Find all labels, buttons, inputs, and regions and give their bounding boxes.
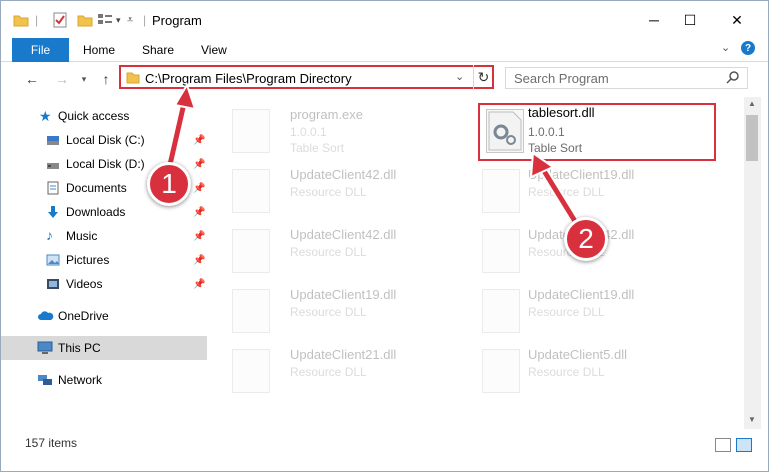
explorer-window: | ▾ ⩡ | Program ─ ☐ ✕ File Home Share Vi… (0, 0, 769, 472)
callout-badge-2: 2 (564, 217, 608, 261)
callout-arrows (164, 82, 585, 234)
callout-badge-1: 1 (147, 162, 191, 206)
